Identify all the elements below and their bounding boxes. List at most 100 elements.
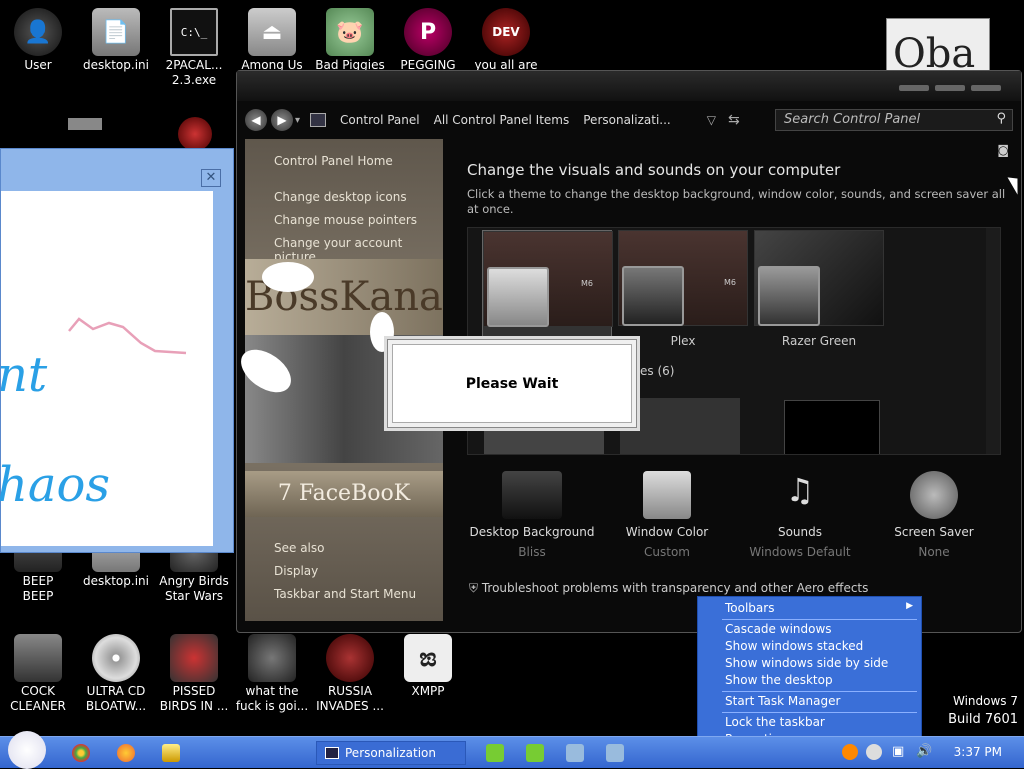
search-input[interactable]: Search Control Panel ⚲ bbox=[775, 109, 1013, 131]
menu-separator bbox=[722, 691, 917, 692]
shield-icon: ⛨ bbox=[469, 581, 479, 595]
drawing-canvas[interactable]: nt haos bbox=[0, 191, 213, 546]
paint-task-icon[interactable] bbox=[526, 744, 544, 762]
window-titlebar[interactable] bbox=[237, 71, 1021, 101]
network-icon[interactable]: ▣ bbox=[892, 744, 908, 760]
arrow-right-icon: ▶ bbox=[277, 113, 287, 127]
tray-icon[interactable] bbox=[866, 744, 882, 760]
desktop-icon-pegging[interactable]: P PEGGING bbox=[390, 8, 466, 73]
desktop-icon-user[interactable]: 👤 User bbox=[0, 8, 76, 73]
pig-icon: 🐷 bbox=[326, 8, 374, 56]
start-button[interactable] bbox=[8, 731, 46, 769]
sounds-button[interactable]: ♫ Sounds Windows Default bbox=[735, 471, 865, 559]
close-button[interactable]: ✕ bbox=[201, 169, 221, 187]
menu-separator bbox=[722, 712, 917, 713]
theme-second-row-2[interactable] bbox=[620, 398, 740, 454]
theme-razer-green[interactable]: Razer Green bbox=[754, 230, 884, 348]
scribble-text-2: haos bbox=[0, 457, 111, 513]
taskbar[interactable]: Personalization ▣ 🔊 3:37 PM bbox=[0, 731, 1024, 769]
clock[interactable]: 3:37 PM bbox=[954, 745, 1002, 759]
menu-item-task-manager[interactable]: Start Task Manager bbox=[725, 694, 840, 708]
menu-item-toolbars[interactable]: Toolbars bbox=[725, 601, 774, 615]
please-wait-dialog: Please Wait bbox=[387, 339, 637, 428]
window-task-icon[interactable] bbox=[566, 744, 584, 762]
volume-icon[interactable]: 🔊 bbox=[916, 744, 932, 760]
help-icon[interactable]: ◙ bbox=[997, 143, 1009, 157]
russia-icon bbox=[326, 634, 374, 682]
angry-bird-icon bbox=[178, 117, 212, 151]
menu-item-stacked[interactable]: Show windows stacked bbox=[725, 639, 863, 653]
theme-second-row-3[interactable] bbox=[784, 400, 880, 454]
desktop-icon-dev-cpp[interactable]: DEV you all are bbox=[468, 8, 544, 73]
breadcrumb-personalization[interactable]: Personalizati... bbox=[583, 113, 670, 127]
refresh-icon[interactable]: ⇆ bbox=[728, 112, 740, 128]
bird-icon bbox=[170, 634, 218, 682]
windows-version-label: Windows 7 bbox=[952, 694, 1018, 708]
breadcrumb-control-panel[interactable]: Control Panel bbox=[340, 113, 420, 127]
chrome-icon[interactable] bbox=[72, 744, 90, 762]
cleaner-icon bbox=[14, 634, 62, 682]
corner-logo-art: Oba bbox=[886, 18, 990, 72]
maximize-button[interactable] bbox=[935, 85, 965, 91]
theme-list-scrollbar[interactable] bbox=[986, 228, 1000, 454]
desktop-icon-russia[interactable]: RUSSIA INVADES ... bbox=[312, 634, 388, 714]
theme-plex[interactable]: M6 Plex bbox=[618, 230, 748, 348]
breadcrumb-all-items[interactable]: All Control Panel Items bbox=[434, 113, 570, 127]
control-panel-icon bbox=[325, 747, 339, 759]
goose-sprite bbox=[262, 262, 314, 292]
folder-icon[interactable] bbox=[162, 744, 180, 762]
theme-color-preview bbox=[487, 267, 549, 327]
menu-item-lock-taskbar[interactable]: Lock the taskbar bbox=[725, 715, 825, 729]
theme-color-preview bbox=[758, 266, 820, 326]
troubleshoot-link[interactable]: ⛨ Troubleshoot problems with transparenc… bbox=[469, 581, 868, 596]
address-dropdown-icon[interactable]: ▽ bbox=[707, 113, 716, 127]
menu-separator bbox=[722, 619, 917, 620]
paint-task-icon[interactable] bbox=[486, 744, 504, 762]
window-task-icon[interactable] bbox=[606, 744, 624, 762]
sidebar-link-display[interactable]: Display bbox=[274, 564, 318, 578]
desktop-icon-desktop-ini-1[interactable]: 📄 desktop.ini bbox=[78, 8, 154, 73]
music-icon: ♫ bbox=[785, 471, 815, 509]
desktop-icon-among-us[interactable]: ⏏ Among Us bbox=[234, 8, 310, 73]
paint-window[interactable]: ✕ nt haos bbox=[0, 148, 234, 553]
file-icon: 📄 bbox=[92, 8, 140, 56]
close-button[interactable] bbox=[971, 85, 1001, 91]
window-color-button[interactable]: Window Color Custom bbox=[602, 471, 732, 559]
sidebar-link-mouse-pointers[interactable]: Change mouse pointers bbox=[274, 213, 417, 227]
desktop-icon-cleaner[interactable]: COCK CLEANER bbox=[0, 634, 76, 714]
sidebar-link-home[interactable]: Control Panel Home bbox=[274, 154, 393, 168]
desktop-icon-xmpp[interactable]: ಙ XMPP bbox=[390, 634, 466, 699]
scribble-text-1: nt bbox=[0, 347, 48, 403]
firefox-icon[interactable] bbox=[117, 744, 135, 762]
theme-blue-deep[interactable]: M6 Blue Deep bbox=[482, 230, 613, 349]
window-color-icon bbox=[643, 471, 691, 519]
sidebar-link-taskbar[interactable]: Taskbar and Start Menu bbox=[274, 587, 416, 601]
submenu-arrow-icon: ▶ bbox=[906, 601, 913, 611]
arrow-left-icon: ◀ bbox=[251, 113, 261, 127]
game-icon bbox=[248, 634, 296, 682]
dev-cpp-icon: DEV bbox=[482, 8, 530, 56]
desktop-icon-what-the[interactable]: what the fuck is goi... bbox=[234, 634, 310, 714]
minimize-button[interactable] bbox=[899, 85, 929, 91]
desktop-icon-bad-piggies[interactable]: 🐷 Bad Piggies bbox=[312, 8, 388, 73]
taskbar-item-personalization[interactable]: Personalization bbox=[316, 741, 466, 765]
back-button[interactable]: ◀ bbox=[245, 109, 267, 131]
tray-icon[interactable] bbox=[842, 744, 858, 760]
cd-icon bbox=[92, 634, 140, 682]
desktop-icon-ultra-cd[interactable]: ULTRA CD BLOATW... bbox=[78, 634, 154, 714]
desktop-icon-2pacal[interactable]: C:\_ 2PACAL... 2.3.exe bbox=[156, 8, 232, 88]
forward-button[interactable]: ▶ bbox=[271, 109, 293, 131]
taskbar-context-menu[interactable]: Toolbars ▶ Cascade windows Show windows … bbox=[697, 596, 922, 748]
theme-color-preview bbox=[622, 266, 684, 326]
menu-item-side-by-side[interactable]: Show windows side by side bbox=[725, 656, 888, 670]
sidebar-facebook-art: 7 FaceBooK bbox=[245, 471, 443, 517]
search-icon: ⚲ bbox=[996, 111, 1006, 126]
screen-saver-button[interactable]: Screen Saver None bbox=[869, 471, 999, 559]
menu-item-show-desktop[interactable]: Show the desktop bbox=[725, 673, 833, 687]
user-icon: 👤 bbox=[14, 8, 62, 56]
desktop-background-button[interactable]: Desktop Background Bliss bbox=[467, 471, 597, 559]
sidebar-link-desktop-icons[interactable]: Change desktop icons bbox=[274, 190, 407, 204]
desktop-icon-pissed-birds[interactable]: PISSED BIRDS IN ... bbox=[156, 634, 232, 714]
menu-item-cascade[interactable]: Cascade windows bbox=[725, 622, 832, 636]
history-dropdown-icon[interactable]: ▾ bbox=[295, 115, 300, 126]
